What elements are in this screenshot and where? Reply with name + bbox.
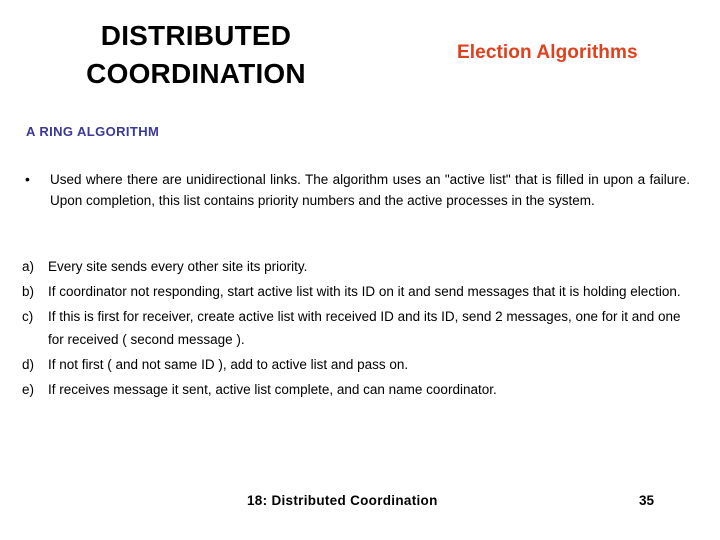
footer-chapter-title: 18: Distributed Coordination xyxy=(247,493,438,508)
list-item: • Used where there are unidirectional li… xyxy=(24,169,690,211)
algorithm-steps-list: a) Every site sends every other site its… xyxy=(22,255,692,403)
step-marker-e: e) xyxy=(22,382,35,397)
slide-footer: 18: Distributed Coordination 35 xyxy=(0,493,720,519)
intro-bullet-list: • Used where there are unidirectional li… xyxy=(24,169,690,211)
presentation-slide: DISTRIBUTED COORDINATION Election Algori… xyxy=(0,0,720,540)
list-item: e) If receives message it sent, active l… xyxy=(22,378,692,401)
step-text-d: If not first ( and not same ID ), add to… xyxy=(48,357,409,372)
step-text-b: If coordinator not responding, start act… xyxy=(48,284,681,299)
slide-header: DISTRIBUTED COORDINATION Election Algori… xyxy=(0,0,720,112)
list-item: a) Every site sends every other site its… xyxy=(22,255,692,278)
intro-bullet-text: Used where there are unidirectional link… xyxy=(50,172,690,208)
slide-title-line-1: DISTRIBUTED xyxy=(100,20,292,51)
slide-title: DISTRIBUTED COORDINATION xyxy=(42,17,350,93)
step-marker-b: b) xyxy=(22,284,35,299)
section-heading: A RING ALGORITHM xyxy=(26,124,160,139)
footer-page-number: 35 xyxy=(639,493,655,508)
list-item: c) If this is first for receiver, create… xyxy=(22,305,692,351)
slide-title-line-2: COORDINATION xyxy=(86,58,306,89)
step-marker-c: c) xyxy=(22,309,34,324)
topic-label: Election Algorithms xyxy=(457,42,638,63)
step-text-a: Every site sends every other site its pr… xyxy=(48,259,308,274)
list-item: b) If coordinator not responding, start … xyxy=(22,280,692,303)
bullet-icon: • xyxy=(25,171,30,187)
list-item: d) If not first ( and not same ID ), add… xyxy=(22,353,692,376)
step-text-c: If this is first for receiver, create ac… xyxy=(48,309,681,347)
step-text-e: If receives message it sent, active list… xyxy=(48,382,497,397)
step-marker-d: d) xyxy=(22,357,35,372)
step-marker-a: a) xyxy=(22,259,35,274)
